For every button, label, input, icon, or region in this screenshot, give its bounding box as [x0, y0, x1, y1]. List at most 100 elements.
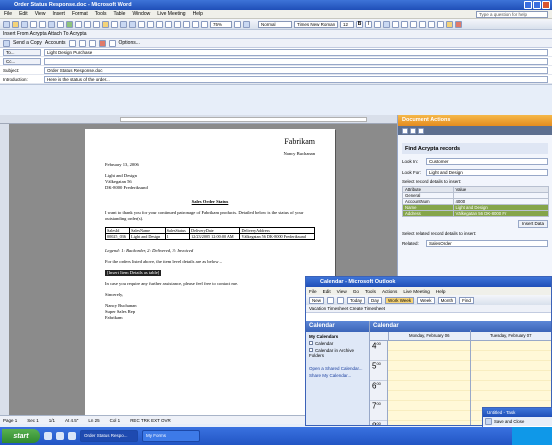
- to-field[interactable]: Light Design Purchase: [44, 48, 548, 56]
- menu-view[interactable]: View: [337, 289, 347, 294]
- find-button[interactable]: Find: [459, 296, 474, 304]
- print-icon[interactable]: [48, 20, 55, 28]
- outlook-custom-bar[interactable]: Vacation Timesheet Create Timesheet: [306, 305, 551, 313]
- font-color-icon[interactable]: [455, 20, 462, 28]
- help-icon[interactable]: [234, 20, 241, 28]
- bullets-icon[interactable]: [437, 20, 444, 28]
- underline-icon[interactable]: [374, 20, 381, 28]
- line-spacing-icon[interactable]: [419, 20, 426, 28]
- tables-icon[interactable]: [147, 20, 154, 28]
- checkbox[interactable]: [309, 348, 313, 352]
- print-preview-icon[interactable]: [57, 20, 64, 28]
- desktop-icon[interactable]: [56, 432, 64, 440]
- format-painter-icon[interactable]: [111, 20, 118, 28]
- look-in-select[interactable]: Customer: [426, 157, 548, 165]
- forward-icon[interactable]: [410, 127, 416, 134]
- address-book-icon[interactable]: [68, 39, 76, 47]
- columns-icon[interactable]: [174, 20, 181, 28]
- cut-icon[interactable]: [84, 20, 91, 28]
- cc-field[interactable]: [44, 57, 548, 65]
- drawing-icon[interactable]: [183, 20, 190, 28]
- insert-data-button[interactable]: Insert Data: [518, 220, 548, 228]
- ie-icon[interactable]: [44, 432, 52, 440]
- hyperlink-icon[interactable]: [138, 20, 145, 28]
- bold-icon[interactable]: B: [356, 20, 363, 28]
- menu-live-meeting[interactable]: Live Meeting: [403, 289, 430, 294]
- menu-live-meeting[interactable]: Live Meeting: [157, 11, 185, 17]
- start-button[interactable]: start: [2, 429, 40, 443]
- menu-format[interactable]: Format: [72, 11, 88, 17]
- close-button[interactable]: [542, 1, 550, 9]
- menu-tools[interactable]: Tools: [95, 11, 107, 17]
- spelling-icon[interactable]: [66, 20, 73, 28]
- read-icon[interactable]: [243, 20, 250, 28]
- horizontal-ruler[interactable]: [0, 115, 397, 124]
- paste-icon[interactable]: [102, 20, 109, 28]
- research-icon[interactable]: [75, 20, 82, 28]
- undo-icon[interactable]: [120, 20, 127, 28]
- options-button[interactable]: Options...: [119, 40, 140, 46]
- style-select[interactable]: Normal: [258, 20, 292, 28]
- menu-file[interactable]: File: [309, 289, 317, 294]
- redo-icon[interactable]: [129, 20, 136, 28]
- intro-field[interactable]: Here is the status of the order...: [44, 75, 548, 83]
- taskbar-item[interactable]: Order Status Respo...: [80, 430, 138, 442]
- taskbar-item[interactable]: My Forms: [142, 430, 200, 442]
- calendar-item[interactable]: Calendar: [306, 339, 369, 346]
- vertical-ruler[interactable]: [0, 124, 9, 415]
- menu-window[interactable]: Window: [132, 11, 150, 17]
- accounts-button[interactable]: Accounts: [45, 40, 66, 46]
- today-button[interactable]: Today: [347, 296, 366, 304]
- insert-table-icon[interactable]: [156, 20, 163, 28]
- highlight-icon[interactable]: [446, 20, 453, 28]
- table-row[interactable]: Address Välkegatan 56 DK-8000 Fr: [402, 210, 550, 217]
- align-center-icon[interactable]: [392, 20, 399, 28]
- acrypta-insert-label[interactable]: Insert From Acrypta Attach To Acrypta: [3, 31, 87, 37]
- minimize-button[interactable]: [524, 1, 532, 9]
- menu-help[interactable]: Help: [436, 289, 446, 294]
- menu-tools[interactable]: Tools: [365, 289, 376, 294]
- menu-edit[interactable]: Edit: [19, 11, 28, 17]
- menu-view[interactable]: View: [35, 11, 46, 17]
- save-icon[interactable]: [485, 418, 492, 425]
- cc-button[interactable]: Cc...: [3, 57, 41, 65]
- menu-help[interactable]: Help: [193, 11, 203, 17]
- week-view-button[interactable]: Week: [417, 296, 435, 304]
- delete-icon[interactable]: [337, 296, 345, 304]
- month-view-button[interactable]: Month: [437, 296, 457, 304]
- look-for-input[interactable]: Light and Design: [426, 168, 548, 176]
- share-calendar-link[interactable]: Share My Calendar...: [306, 371, 369, 378]
- to-button[interactable]: To...: [3, 48, 41, 56]
- importance-icon[interactable]: [98, 39, 106, 47]
- italic-icon[interactable]: I: [365, 20, 372, 28]
- doc-map-icon[interactable]: [192, 20, 199, 28]
- numbering-icon[interactable]: [428, 20, 435, 28]
- save-icon[interactable]: [21, 20, 28, 28]
- menu-edit[interactable]: Edit: [323, 289, 331, 294]
- print-icon[interactable]: [327, 296, 335, 304]
- send-copy-button[interactable]: Send a Copy: [13, 40, 42, 46]
- day-header[interactable]: Monday, February 06: [388, 332, 470, 340]
- my-calendars-section[interactable]: My Calendars: [306, 332, 369, 339]
- email-icon[interactable]: [39, 20, 46, 28]
- menu-table[interactable]: Table: [113, 11, 125, 17]
- show-hide-icon[interactable]: [201, 20, 208, 28]
- day-view-button[interactable]: Day: [368, 296, 383, 304]
- font-select[interactable]: Times New Roman: [294, 20, 338, 28]
- home-icon[interactable]: [418, 127, 424, 134]
- align-left-icon[interactable]: [383, 20, 390, 28]
- maximize-button[interactable]: [533, 1, 541, 9]
- justify-icon[interactable]: [410, 20, 417, 28]
- attach-icon[interactable]: [88, 39, 96, 47]
- save-close-button[interactable]: Save and Close: [494, 419, 524, 424]
- new-button[interactable]: New: [309, 296, 325, 304]
- check-names-icon[interactable]: [78, 39, 86, 47]
- menu-go[interactable]: Go: [353, 289, 359, 294]
- menu-insert[interactable]: Insert: [52, 11, 65, 17]
- new-doc-icon[interactable]: [3, 20, 10, 28]
- subject-field[interactable]: Order Status Response.doc: [44, 66, 548, 74]
- copy-icon[interactable]: [93, 20, 100, 28]
- checkbox[interactable]: [309, 341, 313, 345]
- permission-icon[interactable]: [30, 20, 37, 28]
- menu-actions[interactable]: Actions: [382, 289, 397, 294]
